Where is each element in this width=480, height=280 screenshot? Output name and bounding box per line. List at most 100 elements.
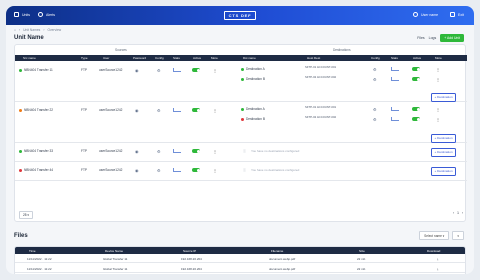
prev-page-icon[interactable]: ‹ [453, 211, 454, 215]
dest-stats-chart-icon[interactable] [391, 77, 399, 82]
stats-chart-icon[interactable] [173, 168, 181, 173]
table-row: NBN404 Transfer 33 FTP userSource1242 ◉ ⚙ ⋮ Yo… [15, 143, 467, 162]
add-destination-button[interactable]: + Destination [431, 134, 457, 143]
source-active-toggle[interactable] [192, 68, 200, 73]
status-dot [241, 117, 244, 121]
config-gear-icon[interactable]: ⚙ [157, 168, 161, 173]
toggle-switch [192, 149, 200, 153]
toggle-switch [412, 67, 420, 71]
dest-more-menu-icon[interactable]: ⋮ [436, 107, 440, 112]
breadcrumb-item[interactable]: Unit Names [23, 28, 40, 32]
add-unit-button[interactable]: + Add Unit [440, 34, 464, 42]
column-header: Type [81, 56, 88, 61]
next-page-icon[interactable]: › [462, 211, 463, 215]
column-header: Password [133, 56, 147, 61]
destination-name[interactable]: Destination A [241, 67, 265, 71]
nav-alerts[interactable]: Alerts [38, 12, 55, 17]
sparkline [173, 68, 181, 72]
dest-stats-chart-icon[interactable] [391, 67, 399, 72]
column-header: More [435, 56, 442, 61]
page-size-select[interactable]: 25 ▾ [19, 211, 34, 219]
source-name[interactable]: NBN404 Transfer 22 [19, 108, 53, 112]
logs-link[interactable]: Logs [429, 36, 437, 40]
config-gear-icon[interactable]: ⚙ [157, 68, 161, 73]
sparkline [173, 108, 181, 112]
password-eye-icon[interactable]: ◉ [135, 68, 139, 73]
add-destination-button[interactable]: + Destination [431, 93, 457, 102]
home-icon[interactable]: ⌂ [14, 28, 16, 32]
status-dot [241, 107, 244, 111]
toggle-switch [192, 68, 200, 72]
dest-more-menu-icon[interactable]: ⋮ [436, 77, 440, 82]
dest-active-toggle[interactable] [412, 77, 420, 82]
breadcrumb: ⌂ › Unit Names › Overview [14, 28, 61, 32]
more-menu-icon[interactable]: ⋮ [213, 149, 217, 154]
column-header: Source IP [183, 248, 197, 253]
source-active-toggle[interactable] [192, 149, 200, 154]
dest-stats-chart-icon[interactable] [391, 107, 399, 112]
dest-active-toggle[interactable] [412, 117, 420, 122]
column-header: More [211, 56, 218, 61]
status-dot [19, 149, 22, 153]
more-menu-icon[interactable]: ⋮ [213, 68, 217, 73]
dest-active-toggle[interactable] [412, 107, 420, 112]
toggle-switch [192, 108, 200, 112]
current-page[interactable]: 1 [457, 211, 459, 215]
dest-config-gear-icon[interactable]: ⚙ [373, 77, 377, 82]
source-name[interactable]: NBN404 Transfer 44 [19, 168, 53, 172]
source-name[interactable]: NBN404 Transfer 33 [19, 149, 53, 153]
files-name-select[interactable]: Select name ▾ [419, 231, 450, 240]
dest-stats-chart-icon[interactable] [391, 117, 399, 122]
source-name[interactable]: NBN404 Transfer 11 [19, 68, 53, 72]
file-time: 11/11/2022 · 11:22 [27, 267, 52, 271]
dest-more-menu-icon[interactable]: ⋮ [436, 117, 440, 122]
stats-chart-icon[interactable] [173, 149, 181, 154]
destination-name[interactable]: Destination B [241, 117, 265, 121]
stats-chart-icon[interactable] [173, 108, 181, 113]
password-eye-icon[interactable]: ◉ [135, 149, 139, 154]
column-header: Filename [271, 248, 284, 253]
dest-config-gear-icon[interactable]: ⚙ [373, 67, 377, 72]
user-menu[interactable]: User name [413, 12, 438, 17]
add-destination-label: + Destination [431, 148, 457, 157]
password-eye-icon[interactable]: ◉ [135, 168, 139, 173]
config-gear-icon[interactable]: ⚙ [157, 149, 161, 154]
exit-button[interactable]: Exit [450, 12, 464, 17]
units-icon [14, 12, 19, 17]
dest-config-gear-icon[interactable]: ⚙ [373, 107, 377, 112]
password-eye-icon[interactable]: ◉ [135, 108, 139, 113]
stats-chart-icon[interactable] [173, 68, 181, 73]
column-header: Stats [173, 56, 180, 61]
config-gear-icon[interactable]: ⚙ [157, 108, 161, 113]
status-dot [241, 77, 244, 81]
add-destination-button[interactable]: + Destination [431, 148, 457, 157]
destination-name-text: Destination B [246, 77, 265, 81]
files-filter-button[interactable]: ▾ [452, 231, 464, 240]
destination-name[interactable]: Destination B [241, 77, 265, 81]
download-icon[interactable]: ⤓ [437, 267, 438, 271]
files-select-value: Select name [424, 233, 442, 238]
file-device: Global Transfer 11 [103, 257, 128, 261]
toggle-switch [412, 117, 420, 121]
more-menu-icon[interactable]: ⋮ [213, 168, 217, 173]
source-active-toggle[interactable] [192, 108, 200, 113]
dest-active-toggle[interactable] [412, 67, 420, 72]
dest-config-gear-icon[interactable]: ⚙ [373, 117, 377, 122]
nav-alerts-label: Alerts [46, 12, 55, 17]
table-row: NBN404 Transfer 11 FTP userSource1242 ◉ ⚙ ⋮ De… [15, 62, 467, 102]
files-link[interactable]: Files [417, 36, 424, 40]
destination-host: SFTP-02 ACCOUNT-002 [305, 75, 337, 79]
units-table-header: Src name Type User Password Config Stats Activ… [15, 55, 467, 61]
dest-more-menu-icon[interactable]: ⋮ [436, 67, 440, 72]
add-destination-button[interactable]: + Destination [431, 167, 457, 176]
app-frame: Units Alerts CTS DEF User name Exit ⌂ › … [6, 6, 474, 274]
destination-name[interactable]: Destination A [241, 107, 265, 111]
source-name-text: NBN404 Transfer 33 [24, 149, 54, 153]
source-active-toggle[interactable] [192, 168, 200, 173]
more-menu-icon[interactable]: ⋮ [213, 108, 217, 113]
download-icon[interactable]: ⤓ [437, 257, 438, 261]
file-device: Global Transfer 11 [103, 267, 128, 271]
destination-host: SFTP-01 ACCOUNT-001 [305, 105, 337, 109]
page-title: Unit Name [14, 35, 44, 41]
nav-units[interactable]: Units [14, 12, 30, 17]
